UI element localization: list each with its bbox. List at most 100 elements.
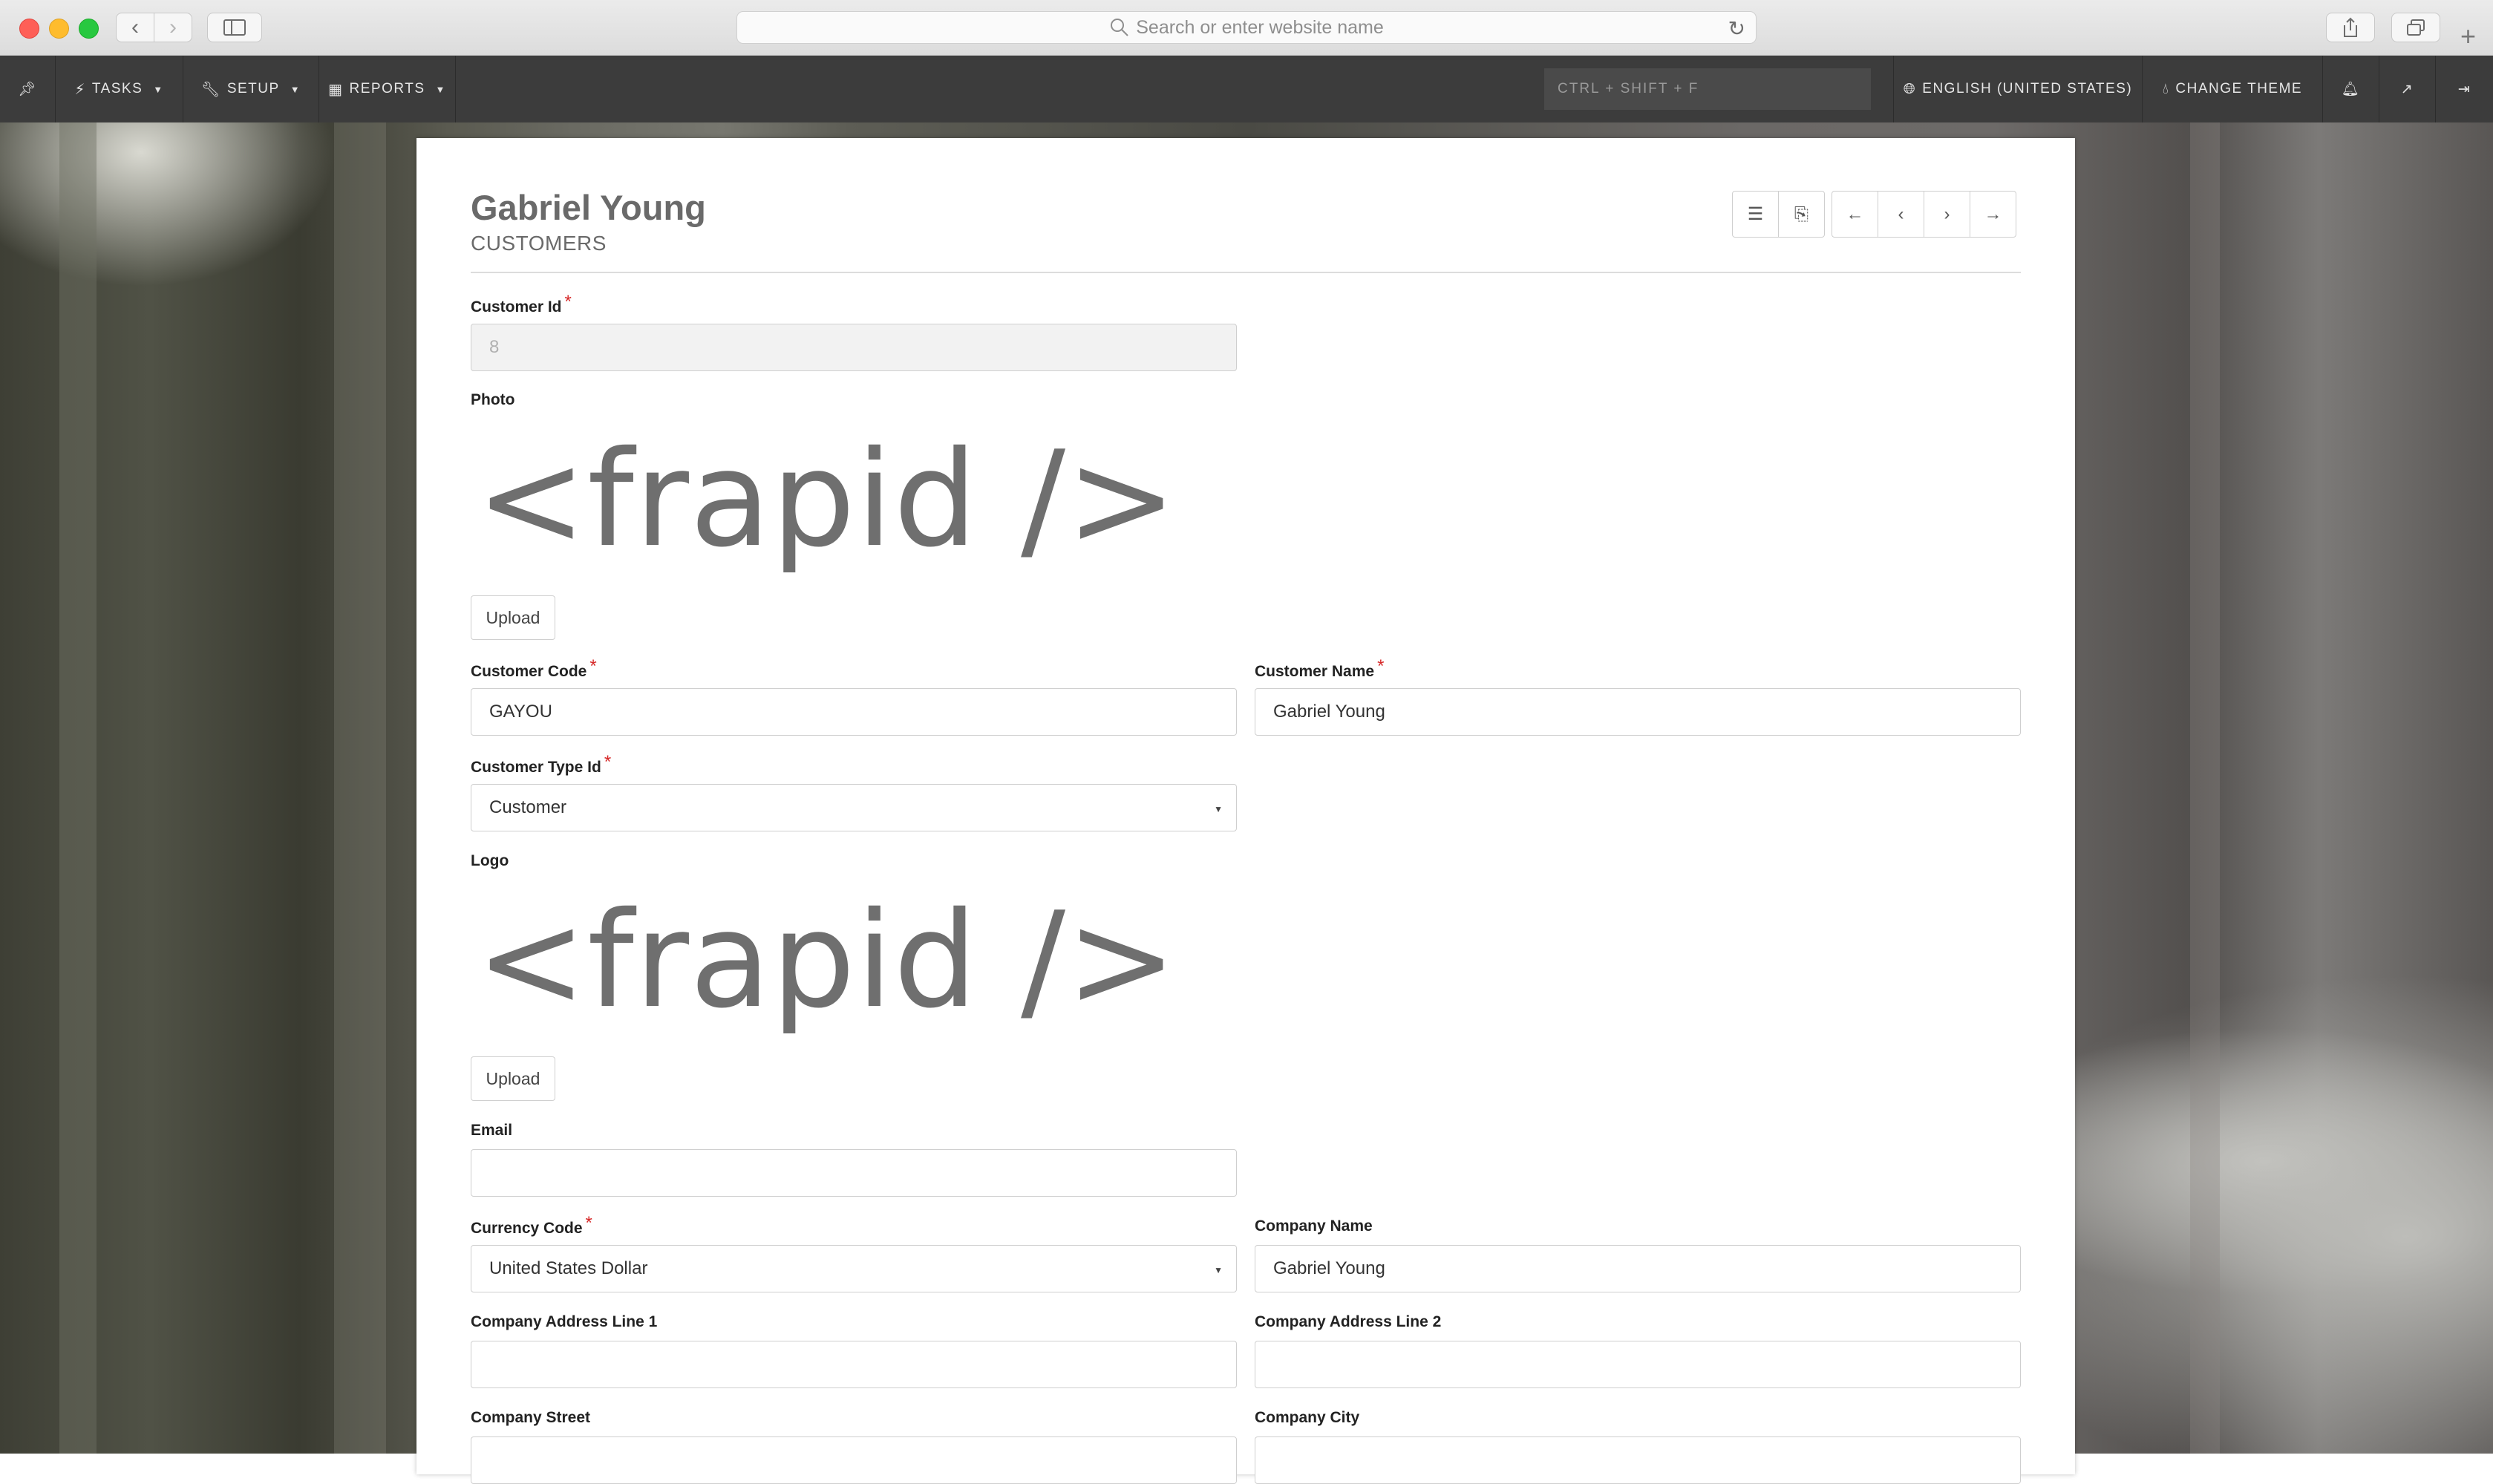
- company-name-input[interactable]: Gabriel Young: [1255, 1245, 2021, 1292]
- company-address-line-2-input[interactable]: [1255, 1341, 2021, 1388]
- open-external-button[interactable]: ↗: [2379, 56, 2435, 122]
- change-theme-button[interactable]: 💧︎ CHANGE THEME: [2142, 56, 2322, 122]
- photo-upload-button[interactable]: Upload: [471, 595, 555, 640]
- droplet-icon: 💧︎: [2162, 80, 2170, 97]
- customer-name-label-text: Customer Name: [1255, 663, 1375, 680]
- company-address-line-2-label: Company Address Line 2: [1255, 1313, 1442, 1330]
- customer-name-input[interactable]: Gabriel Young: [1255, 688, 2021, 736]
- currency-code-label: Currency Code *: [471, 1213, 592, 1238]
- language-selector[interactable]: 🌐︎ ENGLISH (UNITED STATES): [1893, 56, 2142, 122]
- required-marker: *: [585, 1213, 592, 1233]
- last-record-button[interactable]: →: [1970, 191, 2016, 238]
- required-marker: *: [589, 656, 597, 676]
- customer-id-label: Customer Id *: [471, 292, 572, 317]
- list-view-button[interactable]: ☰: [1732, 191, 1779, 238]
- customer-code-value: GAYOU: [489, 702, 552, 722]
- customer-type-label-text: Customer Type Id: [471, 759, 601, 776]
- required-marker: *: [1377, 656, 1385, 676]
- tabs-overview-button[interactable]: [2391, 13, 2440, 42]
- next-record-button[interactable]: ›: [1924, 191, 1970, 238]
- reports-label: REPORTS: [349, 81, 425, 97]
- company-city-input[interactable]: [1255, 1436, 2021, 1484]
- customer-form-card: Gabriel Young CUSTOMERS ☰ ⎘ ← ‹ › → Cust…: [416, 138, 2075, 1484]
- arrow-right-icon: →: [1984, 203, 2002, 224]
- chevron-down-icon: ▼: [153, 83, 164, 95]
- company-address-line-1-input[interactable]: [471, 1341, 1237, 1388]
- chevron-right-icon: ›: [1944, 203, 1950, 224]
- tabs-icon: [2407, 19, 2425, 36]
- customer-name-label: Customer Name *: [1255, 656, 1384, 681]
- minimize-window-button[interactable]: [49, 19, 69, 39]
- logo-label: Logo: [471, 852, 509, 869]
- logo-image: <frapid />: [476, 883, 1178, 1037]
- company-name-value: Gabriel Young: [1273, 1258, 1385, 1278]
- company-street-input[interactable]: [471, 1436, 1237, 1484]
- customer-id-value: 8: [489, 337, 500, 357]
- sign-out-icon: ⇥: [2457, 81, 2471, 97]
- background-streak: [59, 122, 97, 1454]
- new-tab-icon[interactable]: +: [2460, 23, 2476, 50]
- setup-label: SETUP: [226, 81, 280, 97]
- forward-arrow-icon[interactable]: ›: [154, 13, 192, 42]
- customer-code-input[interactable]: GAYOU: [471, 688, 1237, 736]
- currency-code-select[interactable]: United States Dollar ▼: [471, 1245, 1237, 1292]
- browser-toolbar: ‹ › Search or enter website name ↻ +: [0, 0, 2493, 56]
- chevron-left-icon: ‹: [1898, 203, 1904, 224]
- company-street-label: Company Street: [471, 1409, 591, 1426]
- history-nav: ‹ ›: [116, 13, 192, 42]
- search-shortcut-hint: CTRL + SHIFT + F: [1558, 81, 1699, 97]
- customer-id-label-text: Customer Id: [471, 298, 562, 316]
- chevron-down-icon: ▼: [1214, 1265, 1223, 1275]
- page-title: Gabriel Young: [471, 188, 706, 227]
- view-button-group: ☰ ⎘: [1732, 191, 1825, 238]
- tasks-label: TASKS: [91, 81, 143, 97]
- email-label: Email: [471, 1122, 513, 1139]
- customer-id-field: 8: [471, 324, 1237, 371]
- quick-search-input[interactable]: CTRL + SHIFT + F: [1544, 68, 1871, 110]
- photo-label: Photo: [471, 391, 515, 408]
- required-marker: *: [564, 292, 572, 312]
- notifications-button[interactable]: 🔔︎: [2322, 56, 2379, 122]
- setup-menu[interactable]: 🔧︎ SETUP ▼: [183, 56, 319, 122]
- share-icon: [2344, 17, 2357, 37]
- pin-menu-button[interactable]: 📌︎: [0, 56, 56, 122]
- customer-name-value: Gabriel Young: [1273, 702, 1385, 722]
- first-record-button[interactable]: ←: [1832, 191, 1878, 238]
- sidebar-toggle-button[interactable]: [207, 13, 262, 42]
- background-streak: [2190, 122, 2220, 1454]
- address-bar[interactable]: Search or enter website name ↻: [736, 11, 1757, 44]
- maximize-window-button[interactable]: [79, 19, 99, 39]
- customer-type-select[interactable]: Customer ▼: [471, 784, 1237, 831]
- back-arrow-icon[interactable]: ‹: [117, 13, 154, 42]
- previous-record-button[interactable]: ‹: [1878, 191, 1924, 238]
- change-theme-label: CHANGE THEME: [2175, 81, 2303, 97]
- logo-upload-button[interactable]: Upload: [471, 1056, 555, 1101]
- reports-menu[interactable]: ▦ REPORTS ▼: [319, 56, 456, 122]
- sign-out-button[interactable]: ⇥: [2435, 56, 2493, 122]
- customer-code-label-text: Customer Code: [471, 663, 587, 680]
- title-divider: [471, 272, 2021, 273]
- customer-type-value: Customer: [489, 797, 567, 817]
- globe-icon: 🌐︎: [1903, 80, 1917, 97]
- list-icon: ☰: [1747, 204, 1764, 224]
- arrow-left-icon: ←: [1846, 203, 1864, 224]
- photo-image: <frapid />: [476, 422, 1178, 576]
- app-top-bar: 📌︎ ⚡︎ TASKS ▼ 🔧︎ SETUP ▼ ▦ REPORTS ▼ CTR…: [0, 56, 2493, 122]
- page-subtitle: CUSTOMERS: [471, 232, 607, 255]
- email-input[interactable]: [471, 1149, 1237, 1197]
- chevron-down-icon: ▼: [435, 83, 446, 95]
- share-button[interactable]: [2326, 13, 2375, 42]
- record-nav-group: ← ‹ › →: [1832, 191, 2016, 238]
- company-address-line-1-label: Company Address Line 1: [471, 1313, 658, 1330]
- currency-code-label-text: Currency Code: [471, 1220, 583, 1237]
- company-city-label: Company City: [1255, 1409, 1360, 1426]
- language-label: ENGLISH (UNITED STATES): [1922, 81, 2133, 97]
- reload-icon[interactable]: ↻: [1728, 16, 1745, 41]
- close-window-button[interactable]: [19, 19, 39, 39]
- tasks-menu[interactable]: ⚡︎ TASKS ▼: [56, 56, 183, 122]
- duplicate-button[interactable]: ⎘: [1778, 191, 1825, 238]
- sidebar-icon: [223, 19, 246, 36]
- background-streak: [334, 122, 386, 1454]
- company-name-label: Company Name: [1255, 1217, 1373, 1235]
- address-placeholder: Search or enter website name: [1136, 16, 1384, 38]
